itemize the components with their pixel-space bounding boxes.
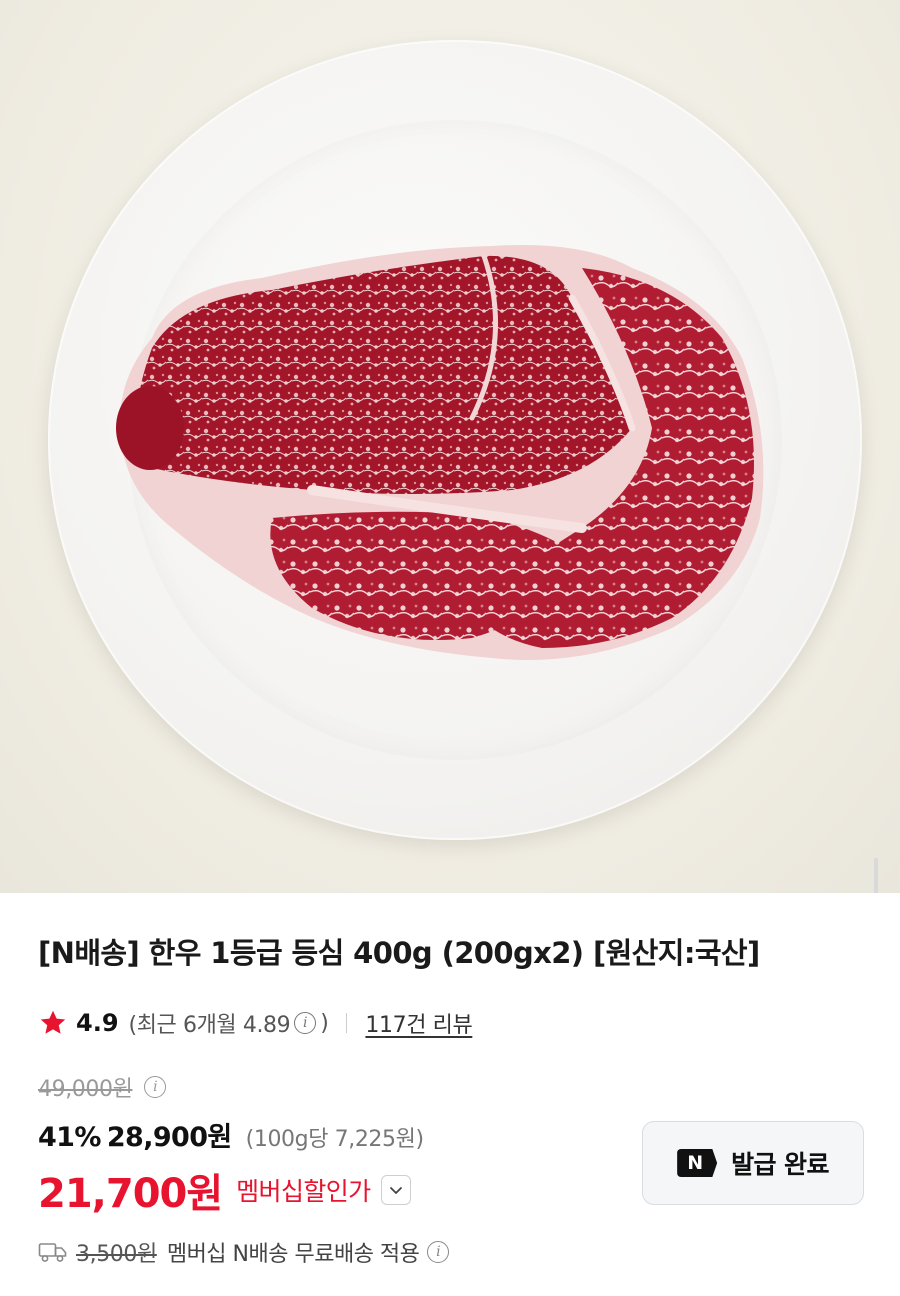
recent-rating-close: )	[320, 1010, 329, 1036]
chevron-down-icon[interactable]	[380, 1175, 411, 1205]
divider	[346, 1013, 348, 1033]
n-badge-icon: N	[677, 1149, 718, 1177]
truck-icon	[38, 1241, 68, 1263]
member-price: 21,700원	[38, 1171, 223, 1217]
sale-price-row: 41% 28,900원 (100g당 7,225원)	[38, 1115, 424, 1154]
sale-price: 28,900원	[106, 1122, 232, 1153]
shipping-row: 3,500원 멤버십 N배송 무료배송 적용 i	[38, 1236, 453, 1268]
info-icon[interactable]: i	[294, 1012, 317, 1034]
star-icon	[38, 1008, 68, 1038]
product-title: [N배송] 한우 1등급 등심 400g (200gx2) [원산지:국산]	[38, 936, 760, 970]
member-price-row: 21,700원 멤버십할인가	[38, 1161, 411, 1219]
rating-row: 4.9 (최근 6개월 4.89 i ) 117건 리뷰	[38, 1005, 473, 1041]
review-link[interactable]: 117건 리뷰	[365, 1007, 472, 1039]
original-shipping-fee: 3,500원	[76, 1242, 157, 1267]
recent-rating: (최근 6개월 4.89	[128, 1013, 291, 1038]
discount-rate: 41%	[38, 1122, 101, 1153]
coupon-issued-button[interactable]: N 발급 완료	[642, 1121, 864, 1205]
product-info: [N배송] 한우 1등급 등심 400g (200gx2) [원산지:국산] 4…	[0, 893, 900, 1296]
info-icon[interactable]: i	[144, 1076, 167, 1098]
original-price: 49,000원	[38, 1077, 133, 1102]
coupon-label: 발급 완료	[731, 1150, 829, 1179]
member-price-label: 멤버십할인가	[236, 1177, 371, 1206]
scrollbar[interactable]	[874, 858, 878, 893]
steak-illustration	[116, 244, 764, 661]
info-icon[interactable]: i	[427, 1241, 450, 1263]
unit-price: (100g당 7,225원)	[245, 1127, 424, 1152]
rating-score: 4.9	[76, 1009, 119, 1037]
product-image[interactable]	[0, 0, 900, 893]
shipping-text: 멤버십 N배송 무료배송 적용	[166, 1242, 420, 1267]
original-price-row: 49,000원 i	[38, 1071, 170, 1103]
